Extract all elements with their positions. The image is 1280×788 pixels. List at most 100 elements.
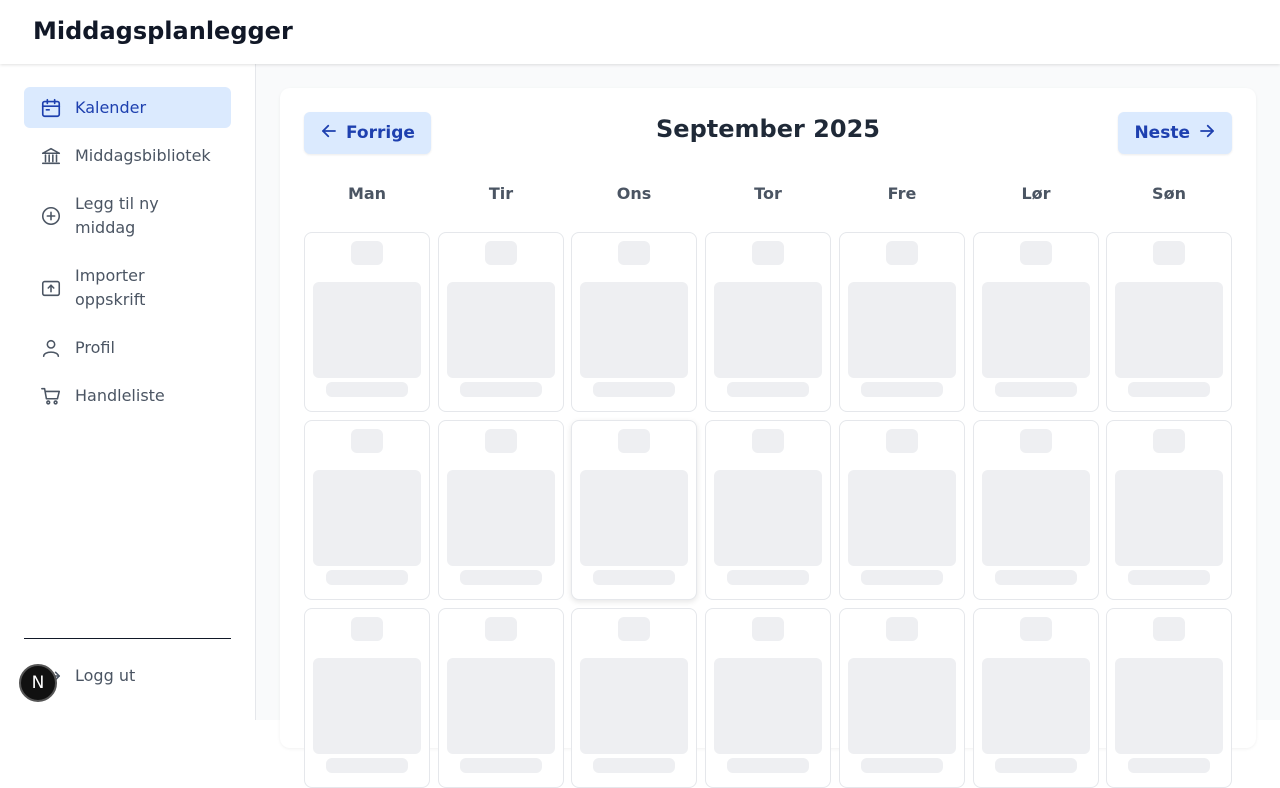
- day-cell-skeleton[interactable]: [839, 420, 965, 600]
- day-cell-skeleton[interactable]: [304, 420, 430, 600]
- day-cell-skeleton[interactable]: [571, 608, 697, 788]
- skeleton-day-number: [886, 617, 918, 641]
- sidebar-item-label: Importer oppskrift: [75, 266, 146, 309]
- skeleton-day-number: [886, 241, 918, 265]
- sidebar-item-profil[interactable]: Profil: [24, 327, 231, 368]
- logout-label: Logg ut: [75, 665, 136, 685]
- skeleton-text: [326, 382, 408, 397]
- skeleton-image: [580, 470, 688, 566]
- day-cell-skeleton[interactable]: [705, 420, 831, 600]
- top-bar: Middagsplanlegger: [0, 0, 1280, 64]
- day-cell-skeleton[interactable]: [571, 232, 697, 412]
- skeleton-day-number: [618, 617, 650, 641]
- skeleton-day-number: [351, 241, 383, 265]
- sidebar: Kalender Middagsbibliotek Legg til ny mi…: [0, 64, 256, 720]
- skeleton-text: [995, 758, 1077, 773]
- day-cell-skeleton[interactable]: [304, 608, 430, 788]
- skeleton-text: [995, 382, 1077, 397]
- skeleton-day-number: [752, 241, 784, 265]
- day-cell-skeleton[interactable]: [1106, 232, 1232, 412]
- skeleton-text: [593, 570, 675, 585]
- day-cell-skeleton[interactable]: [438, 232, 564, 412]
- sidebar-divider: [24, 638, 231, 639]
- skeleton-day-number: [1020, 241, 1052, 265]
- skeleton-day-number: [886, 429, 918, 453]
- skeleton-image: [982, 282, 1090, 378]
- sidebar-item-kalender[interactable]: Kalender: [24, 87, 231, 128]
- skeleton-text: [593, 758, 675, 773]
- upload-icon: [40, 277, 62, 299]
- skeleton-day-number: [1153, 617, 1185, 641]
- skeleton-day-number: [752, 429, 784, 453]
- arrow-right-icon: [1198, 122, 1216, 145]
- next-month-button[interactable]: Neste: [1118, 112, 1232, 154]
- day-cell-skeleton[interactable]: [1106, 608, 1232, 788]
- skeleton-image: [313, 470, 421, 566]
- skeleton-image: [580, 658, 688, 754]
- day-cell-skeleton[interactable]: [1106, 420, 1232, 600]
- skeleton-image: [1115, 470, 1223, 566]
- skeleton-text: [861, 758, 943, 773]
- skeleton-image: [1115, 282, 1223, 378]
- day-cell-skeleton[interactable]: [973, 232, 1099, 412]
- sidebar-item-label: Handleliste: [75, 385, 165, 405]
- skeleton-text: [727, 382, 809, 397]
- sidebar-item-label: Middagsbibliotek: [75, 145, 211, 165]
- skeleton-text: [727, 570, 809, 585]
- skeleton-text: [326, 570, 408, 585]
- skeleton-day-number: [485, 241, 517, 265]
- day-cell-skeleton[interactable]: [304, 232, 430, 412]
- cart-icon: [40, 385, 62, 407]
- sidebar-item-handleliste[interactable]: Handleliste: [24, 375, 231, 416]
- day-cell-skeleton[interactable]: [839, 608, 965, 788]
- calendar-icon: [40, 97, 62, 119]
- skeleton-image: [447, 282, 555, 378]
- skeleton-image: [447, 470, 555, 566]
- day-cell-skeleton[interactable]: [571, 420, 697, 600]
- skeleton-day-number: [351, 617, 383, 641]
- skeleton-image: [447, 658, 555, 754]
- sidebar-item-middagsbibliotek[interactable]: Middagsbibliotek: [24, 135, 231, 176]
- library-icon: [40, 145, 62, 167]
- skeleton-day-number: [752, 617, 784, 641]
- day-cell-skeleton[interactable]: [438, 420, 564, 600]
- skeleton-day-number: [1153, 429, 1185, 453]
- day-cell-skeleton[interactable]: [839, 232, 965, 412]
- weekday-header: Fre: [887, 184, 917, 203]
- user-icon: [40, 337, 62, 359]
- skeleton-day-number: [618, 429, 650, 453]
- month-title: September 2025: [656, 115, 880, 143]
- weekday-header: Man: [347, 184, 387, 203]
- day-cell-skeleton[interactable]: [973, 420, 1099, 600]
- sidebar-item-label: Profil: [75, 337, 115, 357]
- skeleton-text: [861, 570, 943, 585]
- weekday-header: Søn: [1152, 184, 1186, 203]
- skeleton-text: [1128, 382, 1210, 397]
- weekday-header: Tor: [754, 184, 782, 203]
- calendar-card: Forrige September 2025 Neste Man Tir Ons…: [280, 88, 1256, 788]
- skeleton-image: [982, 658, 1090, 754]
- skeleton-image: [848, 470, 956, 566]
- weekday-header: Tir: [488, 184, 514, 203]
- skeleton-image: [580, 282, 688, 378]
- avatar[interactable]: N: [19, 664, 57, 702]
- skeleton-text: [861, 382, 943, 397]
- sidebar-item-legg-til[interactable]: Legg til ny middag: [24, 191, 231, 241]
- day-cell-skeleton[interactable]: [705, 232, 831, 412]
- skeleton-image: [714, 282, 822, 378]
- day-cell-skeleton[interactable]: [438, 608, 564, 788]
- sidebar-item-label: Kalender: [75, 97, 147, 117]
- skeleton-text: [995, 570, 1077, 585]
- main-content: Forrige September 2025 Neste Man Tir Ons…: [256, 64, 1280, 788]
- skeleton-day-number: [485, 429, 517, 453]
- app-title: Middagsplanlegger: [33, 17, 293, 45]
- sidebar-item-importer[interactable]: Importer oppskrift: [24, 263, 231, 313]
- skeleton-text: [460, 570, 542, 585]
- skeleton-text: [1128, 570, 1210, 585]
- day-cell-skeleton[interactable]: [705, 608, 831, 788]
- skeleton-text: [727, 758, 809, 773]
- skeleton-image: [313, 658, 421, 754]
- day-cell-skeleton[interactable]: [973, 608, 1099, 788]
- skeleton-image: [714, 658, 822, 754]
- skeleton-text: [1128, 758, 1210, 773]
